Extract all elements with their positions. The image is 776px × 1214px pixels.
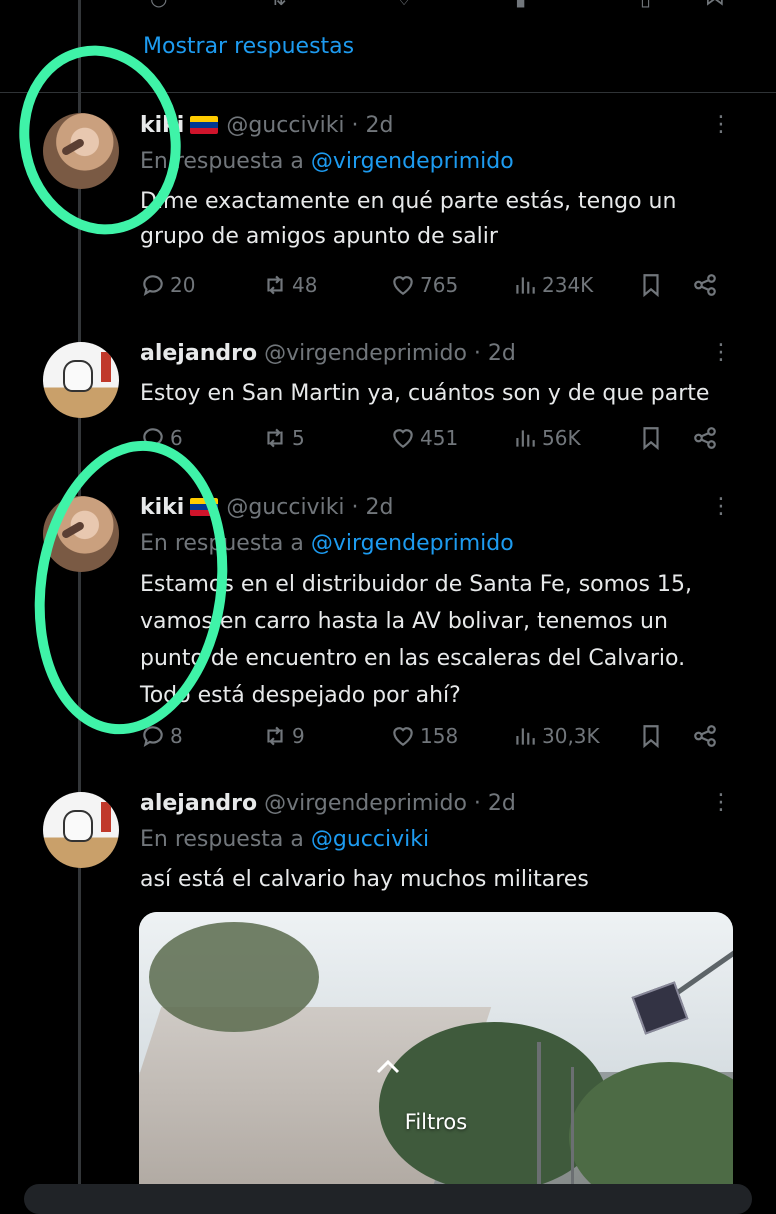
separator-dot: · [351,113,359,138]
bottom-panel[interactable] [24,1184,752,1214]
timestamp[interactable]: 2d [366,113,394,138]
bookmark-icon [643,725,659,749]
tweet[interactable]: alejandro @virgendeprimido · 2d En respu… [0,790,776,910]
more-options-icon[interactable]: ⋮ [710,112,732,137]
tweet-actions: 8 9 158 30,3K [140,723,730,757]
reply-count: 8 [170,724,183,748]
previous-tweet-actions: ○ ⇅ ♡ ▮ ▯ ⋈ [140,0,730,10]
user-handle[interactable]: @virgendeprimido [264,791,467,816]
bookmark-icon [643,427,659,451]
chevron-up-icon [376,1059,400,1074]
views-icon [516,277,535,294]
more-options-icon[interactable]: ⋮ [710,790,732,815]
bookmark-icon[interactable]: ▯ [640,0,651,10]
user-handle[interactable]: @gucciviki [226,495,344,520]
show-replies-link[interactable]: Mostrar respuestas [143,34,354,59]
user-handle[interactable]: @gucciviki [226,113,344,138]
like-icon [393,429,413,448]
tweet-text: Estoy en San Martin ya, cuántos son y de… [140,381,710,406]
reply-context: En respuesta a @virgendeprimido [140,530,736,558]
views-button[interactable]: 30,3K [512,723,600,749]
share-button[interactable] [692,272,718,298]
more-options-icon[interactable]: ⋮ [710,494,732,519]
views-button[interactable]: 234K [512,272,593,298]
views-icon [516,728,535,745]
retweet-icon [267,275,283,295]
views-count: 234K [542,273,594,297]
reply-button[interactable]: 20 [140,272,195,298]
share-icon [694,274,716,296]
like-icon [393,727,413,746]
bookmark-button[interactable] [638,723,664,749]
retweet-count: 5 [292,426,305,450]
tweet-actions: 6 5 451 56K [140,425,730,459]
views-button[interactable]: 56K [512,425,581,451]
views-count: 56K [542,426,581,450]
avatar[interactable] [43,792,119,868]
reply-icon [143,275,163,297]
separator-dot: · [473,341,481,366]
retweet-icon [267,428,283,448]
share-icon [694,427,716,449]
timestamp[interactable]: 2d [366,495,394,520]
retweet-count: 9 [292,724,305,748]
like-button[interactable]: 158 [390,723,458,749]
retweet-button[interactable]: 9 [262,723,305,749]
like-count: 765 [420,273,459,297]
like-button[interactable]: 451 [390,425,458,451]
reply-mention-link[interactable]: @virgendeprimido [311,531,514,556]
reply-prefix: En respuesta a [140,827,304,852]
retweet-button[interactable]: 48 [262,272,317,298]
share-button[interactable] [692,723,718,749]
tweet-text: así está el calvario hay muchos militare… [140,867,589,892]
user-handle[interactable]: @virgendeprimido [264,341,467,366]
separator-dot: · [351,495,359,520]
reply-mention-link[interactable]: @gucciviki [311,827,429,852]
avatar[interactable] [43,342,119,418]
separator-dot: · [473,791,481,816]
display-name[interactable]: alejandro [140,791,257,816]
share-icon [694,725,716,747]
reply-count: 6 [170,426,183,450]
like-icon [393,276,413,295]
bookmark-button[interactable] [638,425,664,451]
reply-context: En respuesta a @virgendeprimido [140,148,736,176]
retweet-button[interactable]: 5 [262,425,305,451]
timestamp[interactable]: 2d [488,341,516,366]
venezuela-flag-icon [190,116,219,134]
bookmark-button[interactable] [638,272,664,298]
tweet-actions: 20 48 765 234K [140,272,730,306]
views-count: 30,3K [542,724,600,748]
retweet-count: 48 [292,273,318,297]
filters-label: Filtros [404,1110,468,1134]
tweet-media-image[interactable]: Filtros [139,912,733,1202]
reply-mention-link[interactable]: @virgendeprimido [311,149,514,174]
tweet-text: Dime exactamente en qué parte estás, ten… [140,189,677,249]
reply-count: 20 [170,273,196,297]
timestamp[interactable]: 2d [488,791,516,816]
like-icon[interactable]: ♡ [395,0,413,10]
retweet-icon [267,726,283,746]
more-options-icon[interactable]: ⋮ [710,340,732,365]
like-button[interactable]: 765 [390,272,458,298]
like-count: 451 [420,426,459,450]
reply-icon[interactable]: ○ [150,0,167,10]
share-icon[interactable]: ⋈ [705,0,725,10]
tweet-text: Estamos en el distribuidor de Santa Fe, … [140,572,692,708]
like-count: 158 [420,724,459,748]
bookmark-icon [643,274,659,298]
reply-context: En respuesta a @gucciviki [140,826,736,854]
share-button[interactable] [692,425,718,451]
views-icon [516,430,535,447]
display-name[interactable]: alejandro [140,341,257,366]
retweet-icon[interactable]: ⇅ [270,0,287,10]
views-icon[interactable]: ▮ [515,0,526,10]
